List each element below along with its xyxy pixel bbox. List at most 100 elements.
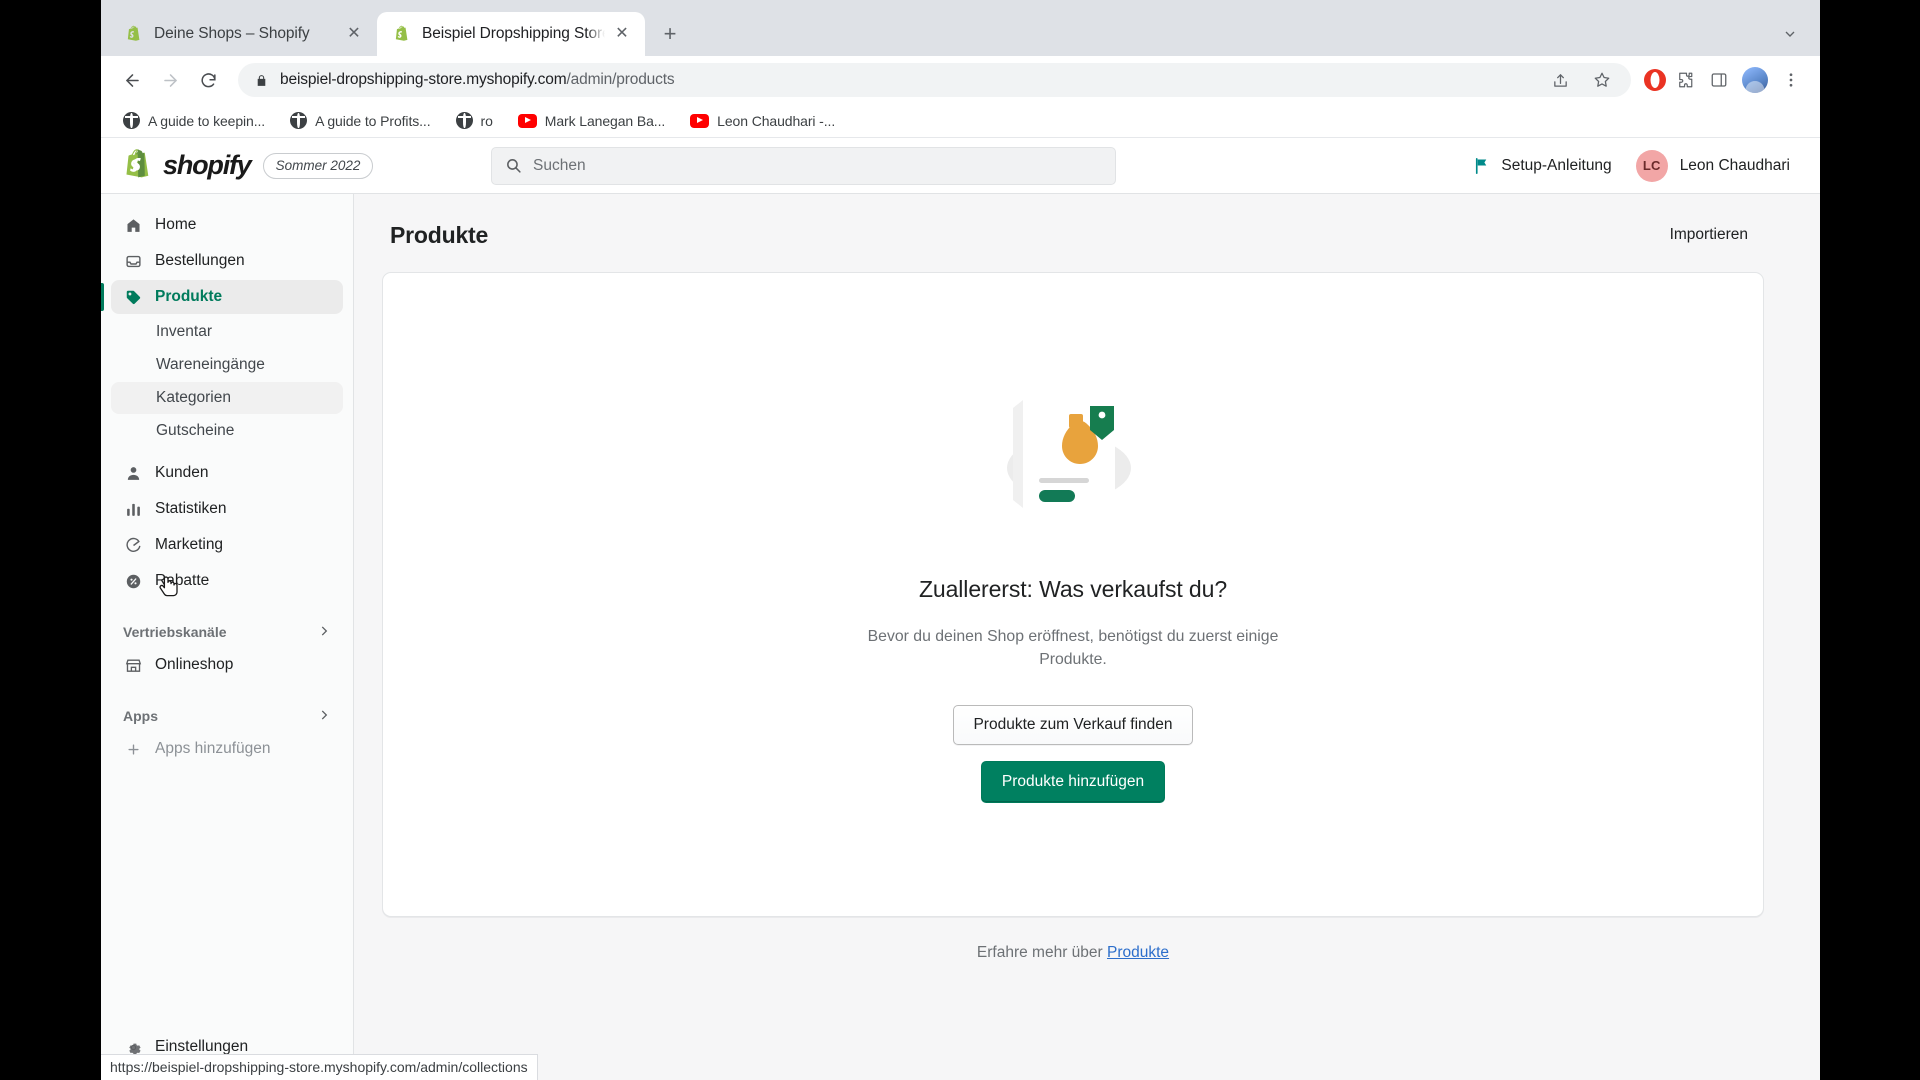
sidebar-item-label: Bestellungen — [155, 252, 245, 269]
puzzle-piece-icon[interactable] — [1670, 65, 1700, 95]
sidebar-item-apps-hinzufuegen[interactable]: Apps hinzufügen — [111, 732, 343, 766]
sidebar-item-rabatte[interactable]: Rabatte — [111, 564, 343, 598]
three-dot-menu-icon[interactable] — [1776, 65, 1806, 95]
customers-person-icon — [123, 465, 143, 482]
star-icon[interactable] — [1587, 65, 1617, 95]
flag-icon — [1473, 157, 1491, 175]
sidebar-subitem-inventar[interactable]: Inventar — [111, 316, 343, 348]
empty-state-title: Zuallererst: Was verkaufst du? — [918, 575, 1228, 602]
user-menu[interactable]: LC Leon Chaudhari — [1635, 149, 1790, 182]
plus-icon — [123, 742, 143, 757]
sidebar-section-vertriebskanaele[interactable]: Vertriebskanäle — [111, 616, 343, 648]
gear-icon — [123, 1039, 143, 1056]
header-right: Setup-Anleitung LC Leon Chaudhari — [1473, 149, 1790, 182]
bookmark-label: ro — [480, 112, 493, 129]
sidebar-item-label: Rabatte — [155, 572, 210, 589]
import-button[interactable]: Importieren — [1660, 220, 1758, 250]
shopify-favicon — [125, 25, 143, 43]
address-bar[interactable]: beispiel-dropshipping-store.myshopify.co… — [238, 63, 1631, 97]
browser-tab-1[interactable]: Deine Shops – Shopify ✕ — [109, 12, 377, 56]
sidebar-item-label: Produkte — [155, 288, 223, 305]
products-tag-icon — [123, 289, 143, 306]
bookmark-item[interactable]: A guide to keepin... — [115, 108, 273, 133]
tab-title: Deine Shops – Shopify — [154, 25, 310, 42]
sidebar: Home Bestellungen Produkte Inventar Ware… — [101, 194, 354, 1080]
sidebar-subitem-label: Kategorien — [156, 389, 231, 406]
new-tab-button[interactable]: + — [653, 17, 687, 51]
sidebar-item-label: Onlineshop — [155, 656, 234, 673]
season-badge: Sommer 2022 — [262, 152, 374, 179]
page-title: Produkte — [390, 221, 489, 248]
app-header: shopify Sommer 2022 Suchen Setup-Anleitu… — [101, 138, 1820, 194]
learn-more-prefix: Erfahre mehr über — [976, 944, 1108, 961]
sidebar-item-home[interactable]: Home — [111, 208, 343, 242]
opera-extension-icon[interactable] — [1644, 69, 1666, 91]
orders-inbox-icon — [123, 253, 143, 270]
search-input[interactable]: Suchen — [491, 146, 1116, 185]
bookmarks-bar: A guide to keepin... A guide to Profits.… — [101, 104, 1820, 138]
sidebar-item-label: Apps hinzufügen — [155, 740, 271, 757]
shopify-admin: shopify Sommer 2022 Suchen Setup-Anleitu… — [101, 138, 1820, 1080]
setup-guide-label: Setup-Anleitung — [1501, 156, 1612, 174]
bookmark-item[interactable]: A guide to Profits... — [282, 108, 438, 133]
sidebar-item-label: Home — [155, 216, 197, 233]
chevron-right-icon — [317, 624, 331, 641]
sidebar-subitem-gutscheine[interactable]: Gutscheine — [111, 415, 343, 447]
forward-button[interactable] — [153, 63, 187, 97]
sidebar-subitem-kategorien[interactable]: Kategorien — [111, 382, 343, 414]
screen: Deine Shops – Shopify ✕ Beispiel Dropshi… — [0, 0, 1920, 1080]
search-icon — [505, 157, 522, 174]
sidebar-item-produkte[interactable]: Produkte — [101, 280, 343, 314]
url-text: beispiel-dropshipping-store.myshopify.co… — [280, 71, 675, 89]
page-header: Produkte Importieren — [382, 220, 1764, 250]
bookmark-label: Leon Chaudhari -... — [717, 112, 836, 129]
main-content: Produkte Importieren Zuallererst: Was ve… — [354, 194, 1820, 1080]
sidebar-section-apps[interactable]: Apps — [111, 700, 343, 732]
marketing-target-icon — [123, 537, 143, 554]
tab-close-button[interactable]: ✕ — [343, 23, 365, 45]
setup-guide-button[interactable]: Setup-Anleitung — [1473, 156, 1612, 175]
sidebar-item-onlineshop[interactable]: Onlineshop — [111, 648, 343, 682]
shopify-bag-icon — [123, 148, 155, 184]
sidebar-item-bestellungen[interactable]: Bestellungen — [111, 244, 343, 278]
sidebar-item-marketing[interactable]: Marketing — [111, 528, 343, 562]
sidebar-item-label: Statistiken — [155, 500, 227, 517]
back-button[interactable] — [115, 63, 149, 97]
tab-title: Beispiel Dropshipping Store · P — [422, 25, 605, 42]
analytics-bars-icon — [123, 501, 143, 518]
shopify-logo[interactable]: shopify — [123, 148, 252, 184]
browser-tab-2[interactable]: Beispiel Dropshipping Store · P ✕ — [377, 12, 645, 56]
sidebar-section-label: Vertriebskanäle — [123, 624, 227, 640]
product-placeholder-illustration — [987, 384, 1159, 524]
add-products-button[interactable]: Produkte hinzufügen — [980, 761, 1166, 804]
sidebar-subitem-label: Gutscheine — [156, 422, 235, 439]
app-body: Home Bestellungen Produkte Inventar Ware… — [101, 194, 1820, 1080]
learn-more-link[interactable]: Produkte — [1107, 944, 1169, 961]
reload-button[interactable] — [191, 63, 225, 97]
brand-area: shopify Sommer 2022 — [123, 148, 453, 184]
globe-icon — [290, 112, 308, 129]
profile-avatar[interactable] — [1742, 67, 1768, 93]
share-icon[interactable] — [1545, 65, 1575, 95]
bookmark-item[interactable]: Mark Lanegan Ba... — [510, 109, 673, 133]
sidebar-subitem-wareneingaenge[interactable]: Wareneingänge — [111, 349, 343, 381]
side-panel-icon[interactable] — [1704, 65, 1734, 95]
status-bar-url: https://beispiel-dropshipping-store.mysh… — [101, 1054, 538, 1080]
browser-window: Deine Shops – Shopify ✕ Beispiel Dropshi… — [101, 0, 1820, 1080]
storefront-icon — [123, 657, 143, 674]
chevron-down-icon[interactable] — [1776, 20, 1804, 48]
user-name: Leon Chaudhari — [1679, 156, 1790, 174]
bookmark-label: A guide to Profits... — [315, 112, 431, 129]
find-products-button[interactable]: Produkte zum Verkauf finden — [953, 705, 1193, 746]
avatar: LC — [1635, 149, 1668, 182]
bookmark-item[interactable]: ro — [448, 108, 501, 133]
empty-state-subtitle: Bevor du deinen Shop eröffnest, benötigs… — [867, 627, 1279, 668]
bookmark-item[interactable]: Leon Chaudhari -... — [682, 109, 843, 133]
youtube-icon — [517, 113, 537, 128]
shopify-favicon — [393, 25, 411, 43]
sidebar-item-statistiken[interactable]: Statistiken — [111, 492, 343, 526]
sidebar-section-label: Apps — [123, 708, 158, 724]
tab-close-button[interactable]: ✕ — [611, 23, 633, 45]
sidebar-item-kunden[interactable]: Kunden — [111, 456, 343, 490]
sidebar-item-label: Marketing — [155, 536, 224, 553]
